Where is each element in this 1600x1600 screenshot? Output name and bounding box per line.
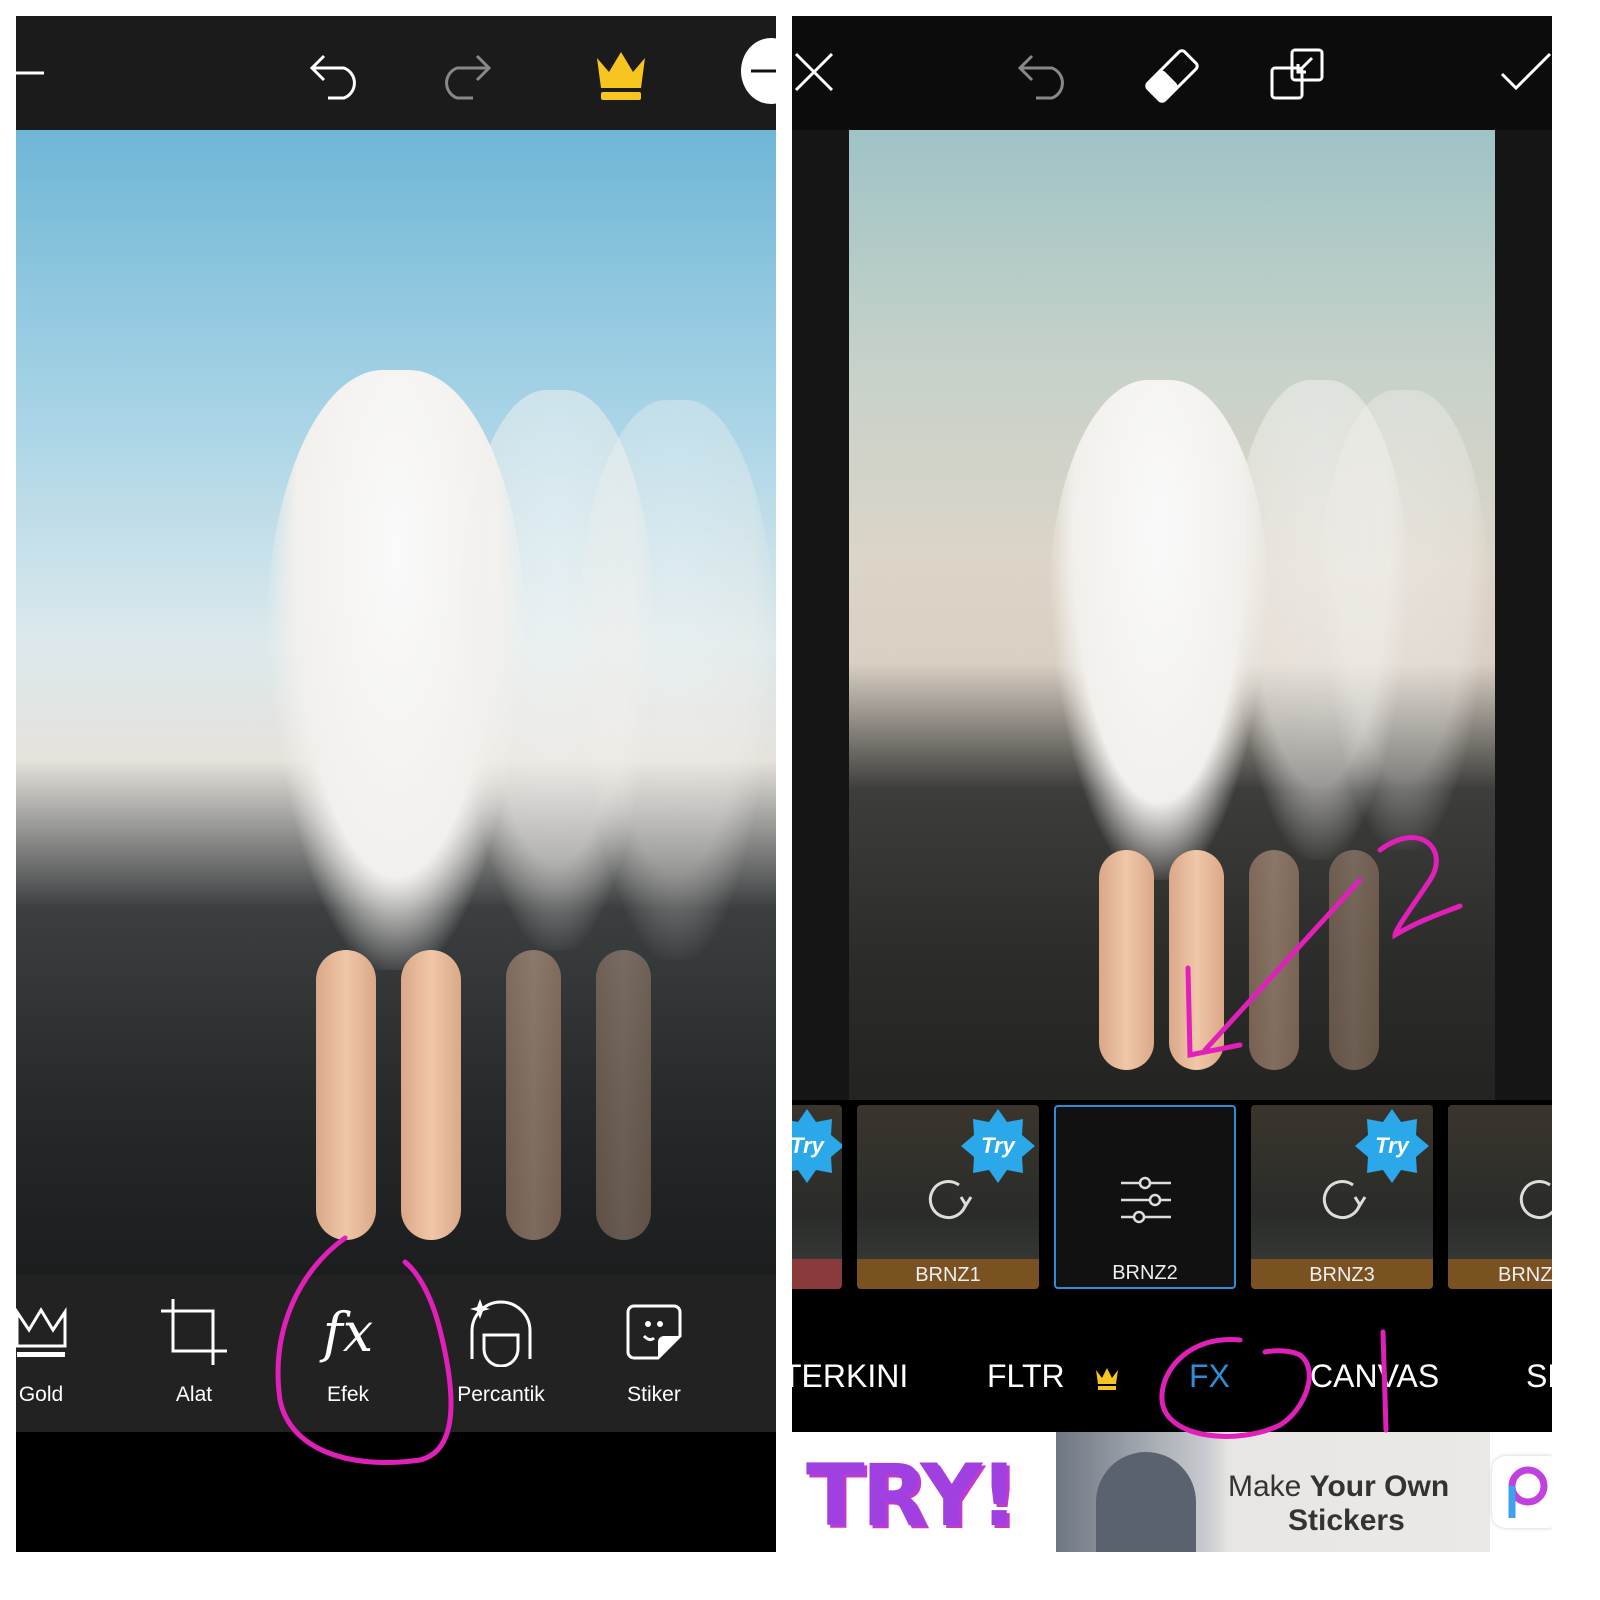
effect-thumb[interactable]: Try [792, 1105, 842, 1289]
undo-icon[interactable] [306, 48, 370, 102]
tool-percantik[interactable]: Percantik [426, 1275, 576, 1432]
try-badge: Try [961, 1109, 1035, 1183]
bottom-toolbar: Gold Alat fx Efek Percantik Stiker [16, 1275, 776, 1432]
try-badge: Try [1355, 1109, 1429, 1183]
crown-icon [1094, 1366, 1120, 1392]
check-icon[interactable] [1498, 50, 1552, 94]
effect-thumb-brnz3[interactable]: Try BRNZ3 [1251, 1105, 1433, 1289]
photo-canvas[interactable] [16, 130, 776, 1275]
effect-thumb-brnz1[interactable]: Try BRNZ1 [857, 1105, 1039, 1289]
right-editor-screen: Try Try BRNZ1 BRNZ2 Try BRNZ3 BRNZ TERKI… [792, 16, 1552, 1552]
ad-banner[interactable]: TRY! Make Your Own Stickers [792, 1432, 1552, 1552]
back-arrow-icon[interactable] [16, 51, 56, 95]
picsart-logo-icon [1492, 1456, 1552, 1528]
canvas-area [792, 130, 1552, 1100]
ad-image: Make Your Own Stickers [1056, 1432, 1490, 1552]
effect-thumb-brnz2[interactable]: BRNZ2 [1054, 1105, 1236, 1289]
crown-icon[interactable] [591, 48, 651, 102]
tab-fx[interactable]: FX [1189, 1358, 1230, 1395]
refresh-icon [1317, 1175, 1367, 1225]
category-tabs: TERKINI FLTR FX CANVAS SE [792, 1330, 1552, 1430]
minus-icon[interactable] [741, 38, 776, 104]
try-badge: Try [792, 1109, 842, 1183]
eraser-icon[interactable] [1142, 46, 1202, 106]
photo-canvas[interactable] [849, 130, 1495, 1100]
tab-se[interactable]: SE [1526, 1358, 1552, 1395]
tab-canvas[interactable]: CANVAS [1310, 1358, 1439, 1395]
fx-icon: fx [322, 1300, 374, 1364]
top-bar [16, 16, 776, 130]
undo-icon[interactable] [1014, 48, 1078, 102]
effect-thumb-brnz4[interactable]: BRNZ [1448, 1105, 1552, 1289]
close-icon[interactable] [792, 50, 836, 94]
sticker-icon [579, 1297, 729, 1367]
tool-stiker[interactable]: Stiker [579, 1275, 729, 1432]
tool-efek[interactable]: fx Efek [273, 1275, 423, 1432]
tab-fltr[interactable]: FLTR [987, 1358, 1065, 1395]
refresh-icon [1514, 1175, 1552, 1225]
tool-alat[interactable]: Alat [119, 1275, 269, 1432]
crop-icon [119, 1297, 269, 1367]
tab-terkini[interactable]: TERKINI [792, 1358, 908, 1395]
refresh-icon [923, 1175, 973, 1225]
left-editor-screen: Gold Alat fx Efek Percantik Stiker [16, 16, 776, 1552]
cat-image [1096, 1452, 1196, 1552]
tool-gold[interactable]: Gold [16, 1275, 116, 1432]
beautify-face-icon [426, 1297, 576, 1367]
crown-outline-icon [16, 1297, 116, 1367]
ad-headline: TRY! [806, 1446, 1019, 1546]
compare-icon[interactable] [1268, 46, 1328, 106]
redo-icon[interactable] [431, 48, 495, 102]
effects-strip[interactable]: Try Try BRNZ1 BRNZ2 Try BRNZ3 BRNZ [792, 1105, 1552, 1289]
adjust-sliders-icon[interactable] [1119, 1175, 1173, 1225]
top-bar [792, 16, 1552, 130]
